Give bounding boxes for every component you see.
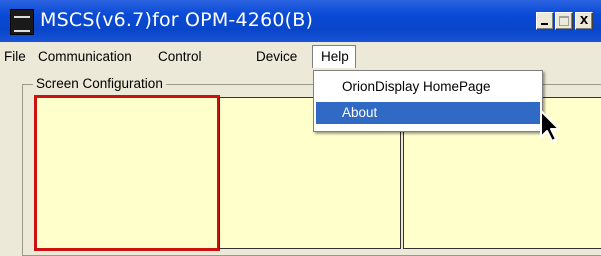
- screen-configuration-label: Screen Configuration: [33, 76, 166, 91]
- close-button[interactable]: x: [575, 11, 593, 30]
- menu-item-about[interactable]: About: [316, 102, 540, 124]
- maximize-icon: [559, 16, 569, 26]
- menu-help[interactable]: Help: [312, 45, 356, 68]
- maximize-button: [555, 12, 573, 30]
- screen-pane-1-selected[interactable]: [34, 95, 220, 251]
- menu-device[interactable]: Device: [256, 49, 297, 64]
- menu-file[interactable]: File: [4, 49, 26, 64]
- close-icon: x: [579, 11, 589, 28]
- title-bar[interactable]: MSCS(v6.7)for OPM-4260(B) x: [0, 0, 601, 42]
- menu-communication[interactable]: Communication: [38, 49, 132, 64]
- mouse-pointer-icon: [540, 110, 560, 142]
- menu-item-oriondisplay-homepage[interactable]: OrionDisplay HomePage: [316, 76, 540, 98]
- menu-control[interactable]: Control: [158, 49, 202, 64]
- menu-bar: File Communication Control Device Help: [0, 42, 601, 72]
- minimize-icon: [541, 23, 548, 25]
- window-title: MSCS(v6.7)for OPM-4260(B): [40, 9, 314, 31]
- help-dropdown-menu: OrionDisplay HomePage About: [313, 70, 543, 132]
- app-logo-icon[interactable]: [10, 9, 34, 35]
- minimize-button[interactable]: [536, 12, 554, 30]
